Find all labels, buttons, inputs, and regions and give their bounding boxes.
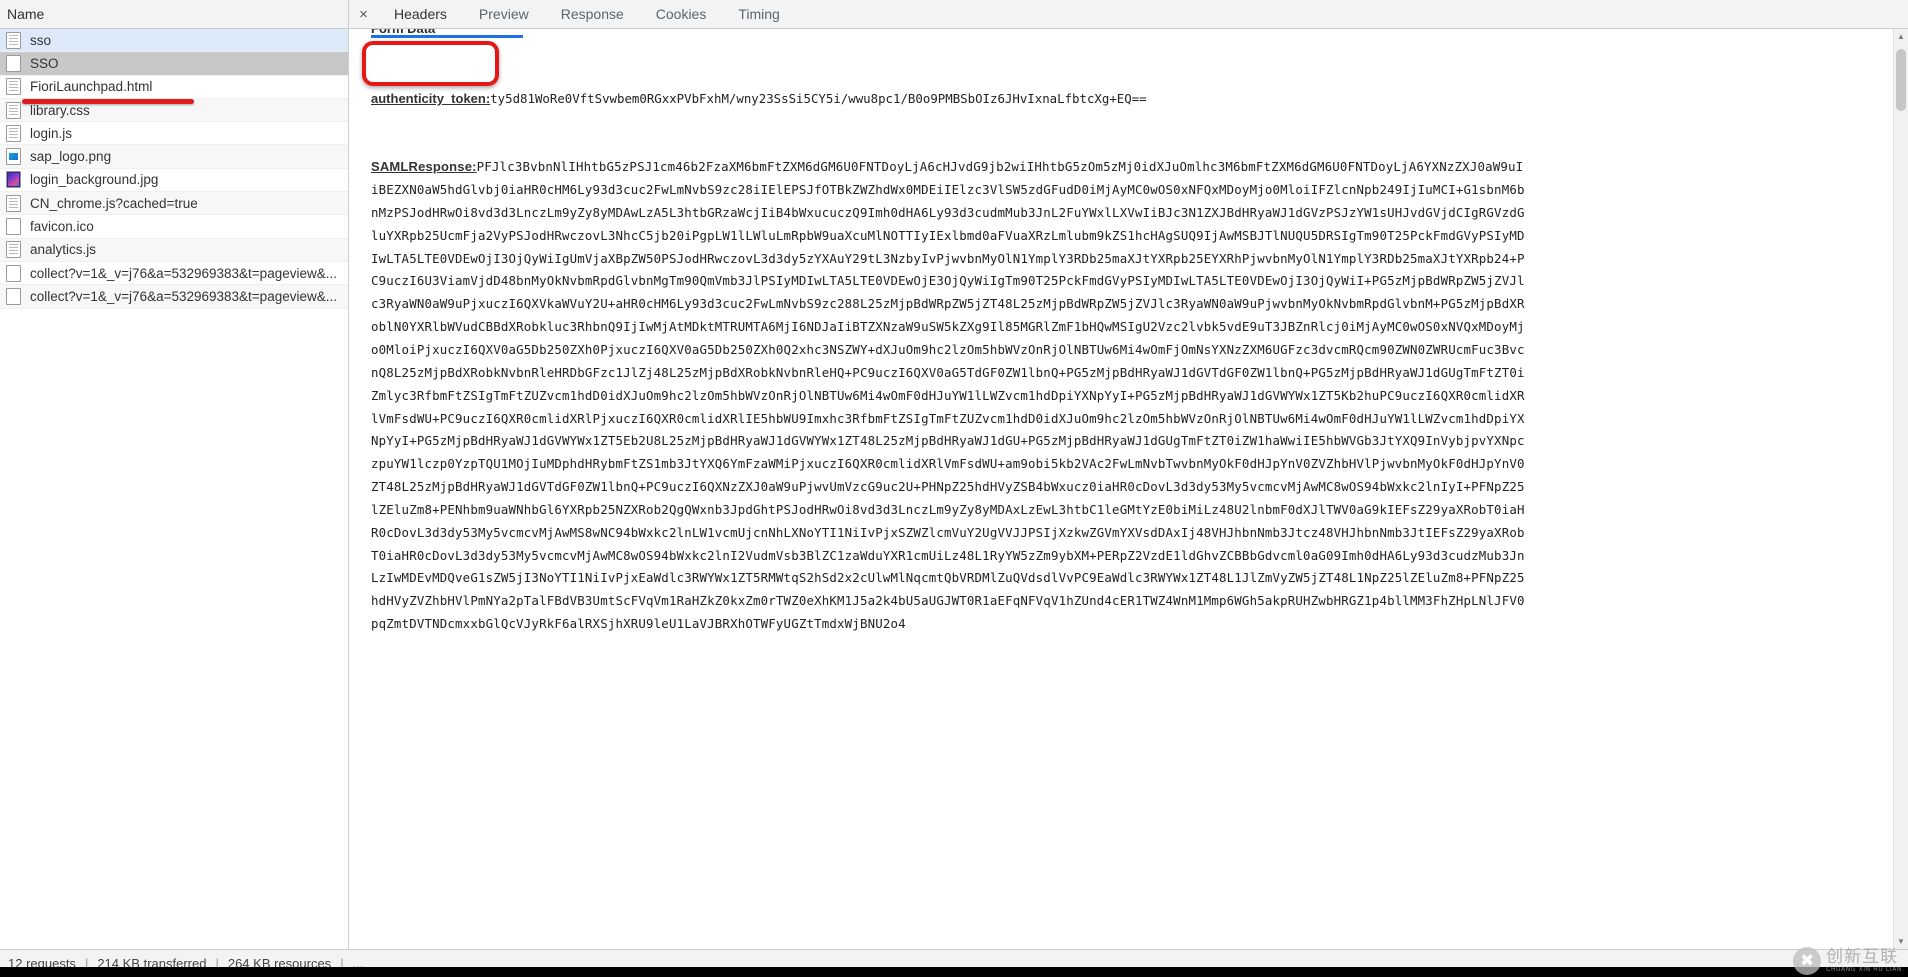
request-row-label: sso	[30, 32, 52, 48]
watermark-text: 创新互联 CHUANG XIN HU LIAN	[1826, 946, 1902, 973]
request-row[interactable]: CN_chrome.js?cached=true	[0, 192, 348, 216]
request-row-label: sap_logo.png	[30, 149, 112, 165]
column-header-name[interactable]: Name	[0, 0, 348, 29]
request-row[interactable]: analytics.js	[0, 238, 348, 262]
image-png-icon	[6, 148, 21, 166]
document-icon	[6, 31, 21, 49]
scrollbar-thumb[interactable]	[1896, 49, 1906, 111]
watermark-mark-icon: ✖	[1793, 947, 1822, 975]
red-annotation-underline	[22, 99, 194, 104]
saml-response-field[interactable]: SAMLResponse:PFJlc3BvbnNlIHhtbG5zPSJ1cm4…	[349, 156, 1529, 636]
section-underline	[371, 35, 523, 38]
request-row-label: collect?v=1&_v=j76&a=532969383&t=pagevie…	[30, 265, 337, 281]
request-row[interactable]: login.js	[0, 122, 348, 146]
document-icon	[6, 101, 21, 119]
request-row-label: login_background.jpg	[30, 172, 159, 188]
request-row[interactable]: sso	[0, 29, 348, 53]
blank-file-icon	[6, 264, 21, 282]
document-icon	[6, 124, 21, 142]
request-row[interactable]: collect?v=1&_v=j76&a=532969383&t=pagevie…	[0, 262, 348, 286]
detail-body: Form Data authenticity_token:ty5d81WoRe0…	[349, 29, 1908, 949]
request-row-label: analytics.js	[30, 242, 97, 258]
tab-cookies[interactable]: Cookies	[640, 0, 723, 28]
panel-split: Name sso SSO FioriLaunchpad.html library.cs…	[0, 0, 1908, 949]
form-data-fields: authenticity_token:ty5d81WoRe0VftSvwbem0…	[349, 29, 1893, 156]
request-row[interactable]: FioriLaunchpad.html	[0, 76, 348, 99]
request-row-label: SSO	[30, 55, 59, 71]
bottom-black-strip	[0, 967, 1908, 977]
request-row[interactable]: SSO	[0, 52, 348, 76]
form-field-row[interactable]: authenticity_token:ty5d81WoRe0VftSvwbem0…	[371, 88, 1893, 111]
tab-headers[interactable]: Headers	[378, 0, 463, 28]
field-key-samlresponse: SAMLResponse:	[371, 159, 477, 175]
request-row[interactable]: sap_logo.png	[0, 145, 348, 169]
field-value-authenticity-token: ty5d81WoRe0VftSvwbem0RGxxPVbFxhM/wny23Ss…	[490, 90, 1147, 106]
close-icon[interactable]: ×	[349, 0, 378, 28]
devtools-network-panel: Name sso SSO FioriLaunchpad.html library.cs…	[0, 0, 1908, 977]
field-value-samlresponse-head: PFJlc3BvbnNlIHhtbG5zPSJ1cm46b2FzaXM6bmFt…	[371, 159, 1524, 198]
request-list[interactable]: sso SSO FioriLaunchpad.html library.css logi…	[0, 29, 348, 949]
watermark-pinyin: CHUANG XIN HU LIAN	[1826, 965, 1902, 973]
headers-scroll-area[interactable]: Form Data authenticity_token:ty5d81WoRe0…	[349, 29, 1893, 949]
watermark-logo: ✖ 创新互联 CHUANG XIN HU LIAN	[1793, 947, 1902, 975]
blank-file-icon	[6, 54, 21, 72]
request-row-label: FioriLaunchpad.html	[30, 79, 153, 95]
tab-preview[interactable]: Preview	[463, 0, 545, 28]
field-key-authenticity-token: authenticity_token:	[371, 90, 491, 106]
request-row[interactable]: collect?v=1&_v=j76&a=532969383&t=pagevie…	[0, 285, 348, 309]
image-jpg-icon	[6, 171, 21, 189]
request-row-label: library.css	[30, 102, 90, 118]
tab-timing[interactable]: Timing	[722, 0, 796, 28]
field-value-samlresponse-body: G1sbnM6bnMzPSJodHRwOi8vd3d3LnczLm9yZy8yM…	[371, 182, 1525, 632]
request-list-panel: Name sso SSO FioriLaunchpad.html library.cs…	[0, 0, 349, 949]
request-row[interactable]: favicon.ico	[0, 215, 348, 239]
request-row-label: login.js	[30, 125, 73, 141]
detail-tabbar: × Headers Preview Response Cookies Timing	[349, 0, 1908, 29]
document-icon	[6, 194, 21, 212]
blank-file-icon	[6, 218, 21, 236]
request-row[interactable]: login_background.jpg	[0, 169, 348, 193]
scroll-up-icon[interactable]: ▲	[1894, 29, 1908, 44]
request-row-label: CN_chrome.js?cached=true	[30, 195, 198, 211]
vertical-scrollbar[interactable]: ▲ ▼	[1893, 29, 1908, 949]
request-detail-panel: × HeadersPreviewResponseCookiesTiming Fo…	[349, 0, 1908, 949]
request-row-label: collect?v=1&_v=j76&a=532969383&t=pagevie…	[30, 288, 337, 304]
request-row-label: favicon.ico	[30, 219, 94, 235]
tab-response[interactable]: Response	[545, 0, 640, 28]
document-icon	[6, 78, 21, 96]
watermark-chinese: 创新互联	[1826, 946, 1899, 967]
blank-file-icon	[6, 287, 21, 305]
document-icon	[6, 241, 21, 259]
